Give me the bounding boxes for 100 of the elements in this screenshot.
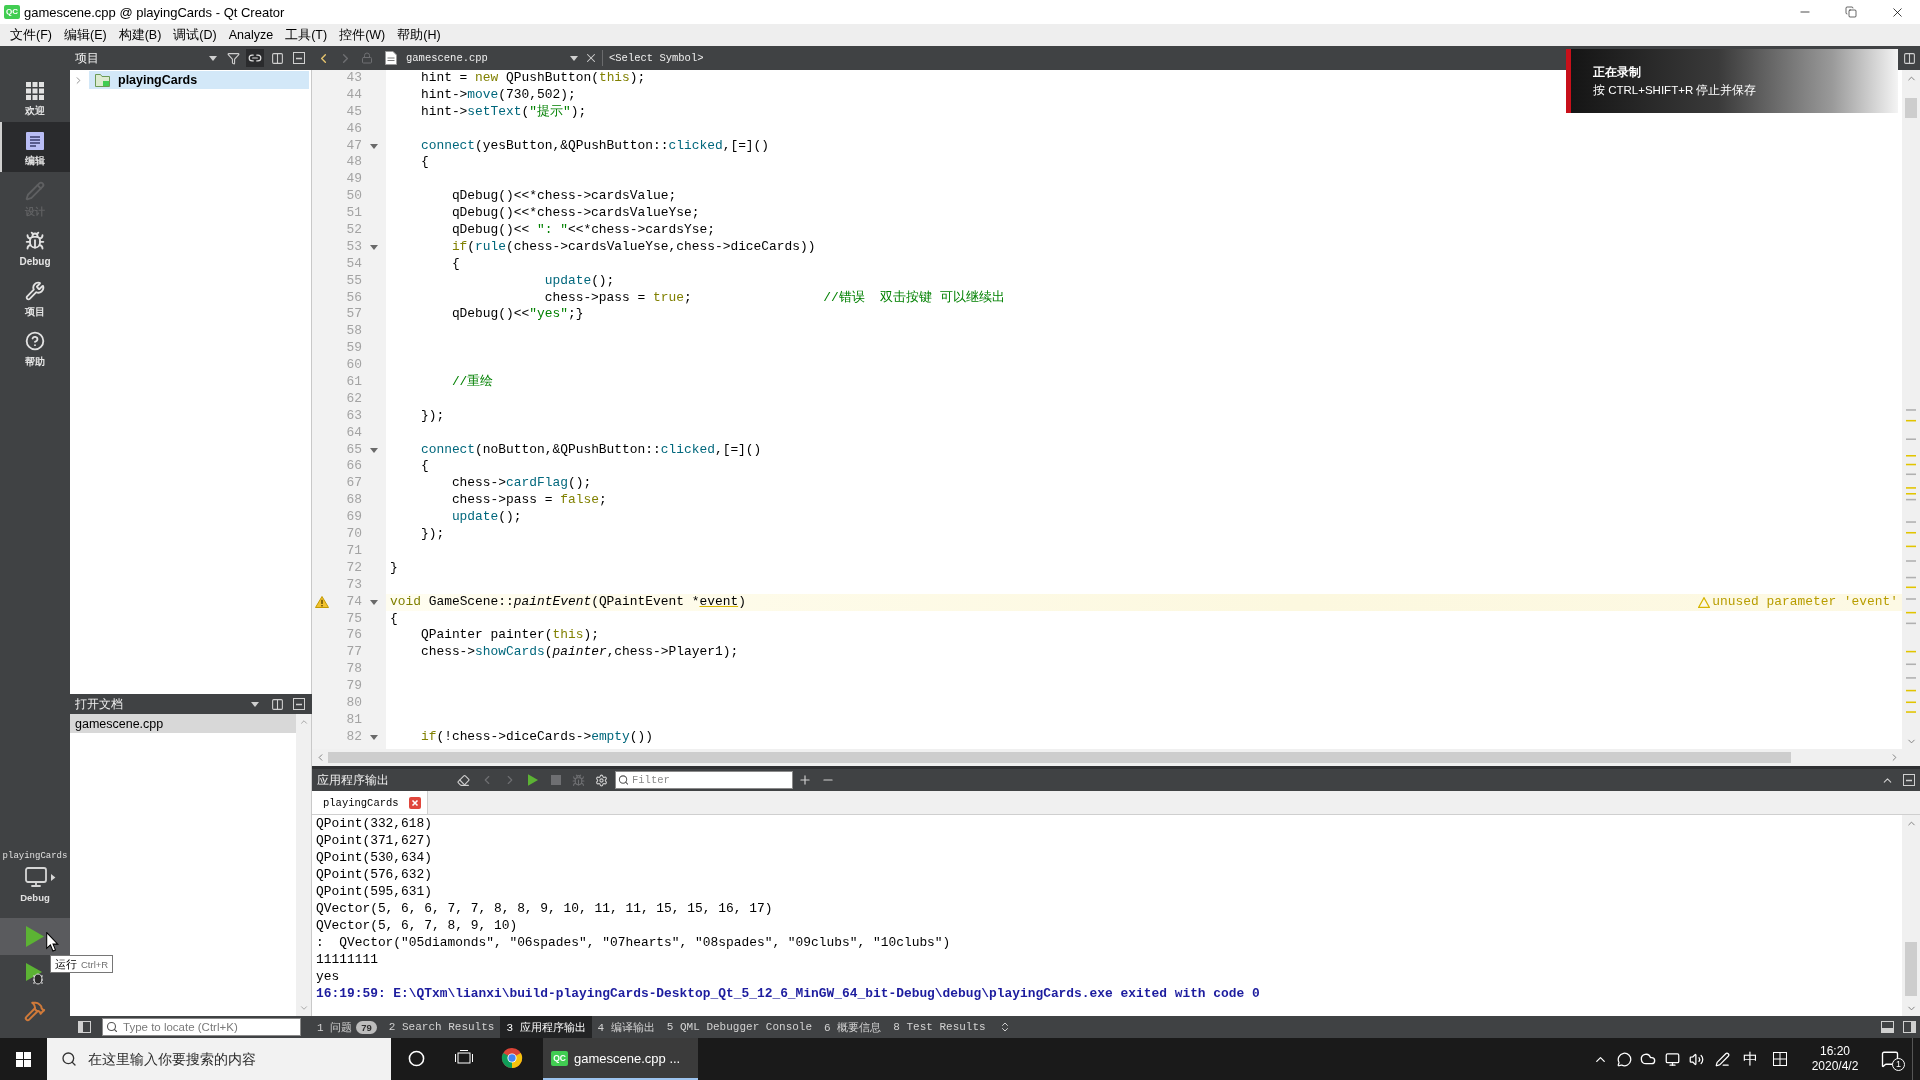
close-icon[interactable] [584,51,598,65]
menu-item[interactable]: 帮助(H) [391,24,447,46]
output-line: 11111111 [316,952,378,967]
menu-item[interactable]: 构建(B) [112,24,168,46]
notification-count: 1 [1892,1058,1905,1071]
pane-title: 应用程序输出 [317,771,389,789]
task-view-icon[interactable] [455,1050,473,1066]
code-line: { [451,255,460,273]
menu-item[interactable]: 文件(F) [4,24,58,46]
dropdown-icon[interactable] [251,701,259,707]
line-number: 56 [346,289,362,307]
split-icon[interactable] [270,51,284,65]
scrollbar-thumb[interactable] [328,752,1791,763]
grid-icon[interactable] [1773,1052,1787,1066]
menu-item[interactable]: 控件(W) [333,24,392,46]
code-line: if(!chess->diceCards->empty()) [420,728,654,746]
output-tab[interactable]: playingCards [312,791,428,814]
close-icon[interactable] [408,796,421,809]
browser-icon[interactable] [501,1047,523,1069]
sidebar-toggle-icon[interactable] [1902,1021,1916,1033]
pane-button[interactable]: 4 编译输出 [591,1016,661,1038]
box-minus-icon[interactable] [293,698,305,710]
ime-indicator[interactable]: 中 [1737,1049,1763,1069]
pane-button[interactable]: 3 应用程序输出 [500,1016,592,1038]
scrollbar[interactable] [1902,70,1920,749]
line-number: 48 [346,154,362,172]
menu-item[interactable]: 调试(D) [167,24,223,46]
tree-item[interactable]: playingCards [89,71,309,89]
clock[interactable]: 16:20 2020/4/2 [1802,1038,1868,1080]
menu-item[interactable]: Analyze [222,26,280,44]
line-number: 60 [346,357,362,375]
fold-arrow-icon[interactable] [370,599,378,605]
box-minus-icon[interactable] [293,52,305,64]
mode-tab[interactable]: Debug [0,222,70,272]
box-minus-icon[interactable] [1903,774,1915,786]
split-icon[interactable] [270,697,284,711]
run-button[interactable] [0,918,70,955]
line-number: 71 [346,542,362,560]
panel-icon[interactable] [1880,1021,1894,1033]
plus-icon[interactable] [797,773,812,787]
windows-logo-icon[interactable] [16,1051,31,1067]
scrollbar-thumb[interactable] [1905,942,1917,996]
scrollbar-thumb[interactable] [1905,98,1917,118]
code-line: update(); [544,272,615,290]
taskbar-window-button[interactable]: QC gamescene.cpp ... [543,1038,698,1080]
code-line: }); [420,407,445,425]
filter-icon[interactable] [226,51,240,65]
fold-arrow-icon[interactable] [370,447,378,453]
hammer-icon[interactable] [24,999,46,1022]
mode-tab[interactable]: 项目 [0,272,70,322]
document-item[interactable]: gamescene.cpp [70,714,296,733]
pane-button[interactable]: 1 问题 79 [311,1016,383,1038]
code-line: hint = new QPushButton(this); [420,70,646,87]
search-field[interactable]: 在这里输入你要搜索的内容 [47,1038,391,1080]
scrollbar[interactable] [1902,815,1920,1016]
scrollbar[interactable] [312,749,1920,766]
warning-message: unused parameter 'event' [1712,593,1898,611]
pen-icon[interactable] [1714,1051,1730,1067]
code-line: qDebug()<< ": "<<*chess->cardsYse; [451,222,715,239]
fold-arrow-icon[interactable] [370,143,378,149]
line-number: 68 [346,492,362,510]
link-icon[interactable] [246,49,264,67]
code-line: hint->setText("提示"); [420,103,587,121]
mode-tab[interactable]: 编辑 [0,122,70,172]
fold-arrow-icon[interactable] [370,734,378,740]
eraser-icon[interactable] [457,773,470,787]
monitor-icon[interactable] [1664,1051,1680,1067]
circle-icon [407,1049,425,1067]
play-icon[interactable] [527,774,538,786]
menu-item[interactable]: 编辑(E) [57,24,113,46]
notification-button[interactable]: 1 [1868,1038,1912,1080]
play-bug-icon[interactable] [25,962,45,985]
symbol-selector[interactable]: <Select Symbol> [609,46,704,70]
pane-button[interactable]: 5 QML Debugger Console [660,1016,819,1038]
app-logo: QC [4,5,20,19]
menu-item[interactable]: 工具(T) [279,24,334,46]
shortcut-text: Ctrl+R [81,958,109,970]
line-number: 82 [346,728,362,746]
settings-icon[interactable] [595,773,608,787]
locator-field[interactable]: Type to locate (Ctrl+K) [102,1018,301,1036]
pane-button[interactable]: 6 概要信息 [818,1016,888,1038]
sidebar-toggle-icon[interactable] [77,1021,91,1033]
pane-button[interactable]: 2 Search Results [382,1016,501,1038]
split-icon[interactable] [1902,51,1916,65]
mode-tab[interactable]: 欢迎 [0,72,70,122]
dropdown-icon[interactable] [209,55,217,61]
filter-field[interactable]: Filter [615,771,793,789]
chat-icon[interactable] [1616,1051,1632,1067]
code-line: chess->cardFlag(); [451,475,592,493]
volume-icon[interactable] [1688,1051,1704,1067]
code-line: void GameScene::paintEvent(QPaintEvent *event) [390,593,746,611]
recording-hint: 按 CTRL+SHIFT+R 停止并保存 [1593,83,1758,98]
fold-arrow-icon[interactable] [370,244,378,250]
mode-tab[interactable]: 帮助 [0,322,70,372]
pane-button[interactable]: 8 Test Results [887,1016,992,1038]
code-line: qDebug()<<*chess->cardsValueYse; [451,205,700,223]
cloud-icon[interactable] [1640,1051,1656,1067]
file-selector[interactable]: gamescene.cpp [384,46,582,70]
kit-selector[interactable]: playingCards Debug [0,846,70,910]
output-line: yes [316,969,340,984]
